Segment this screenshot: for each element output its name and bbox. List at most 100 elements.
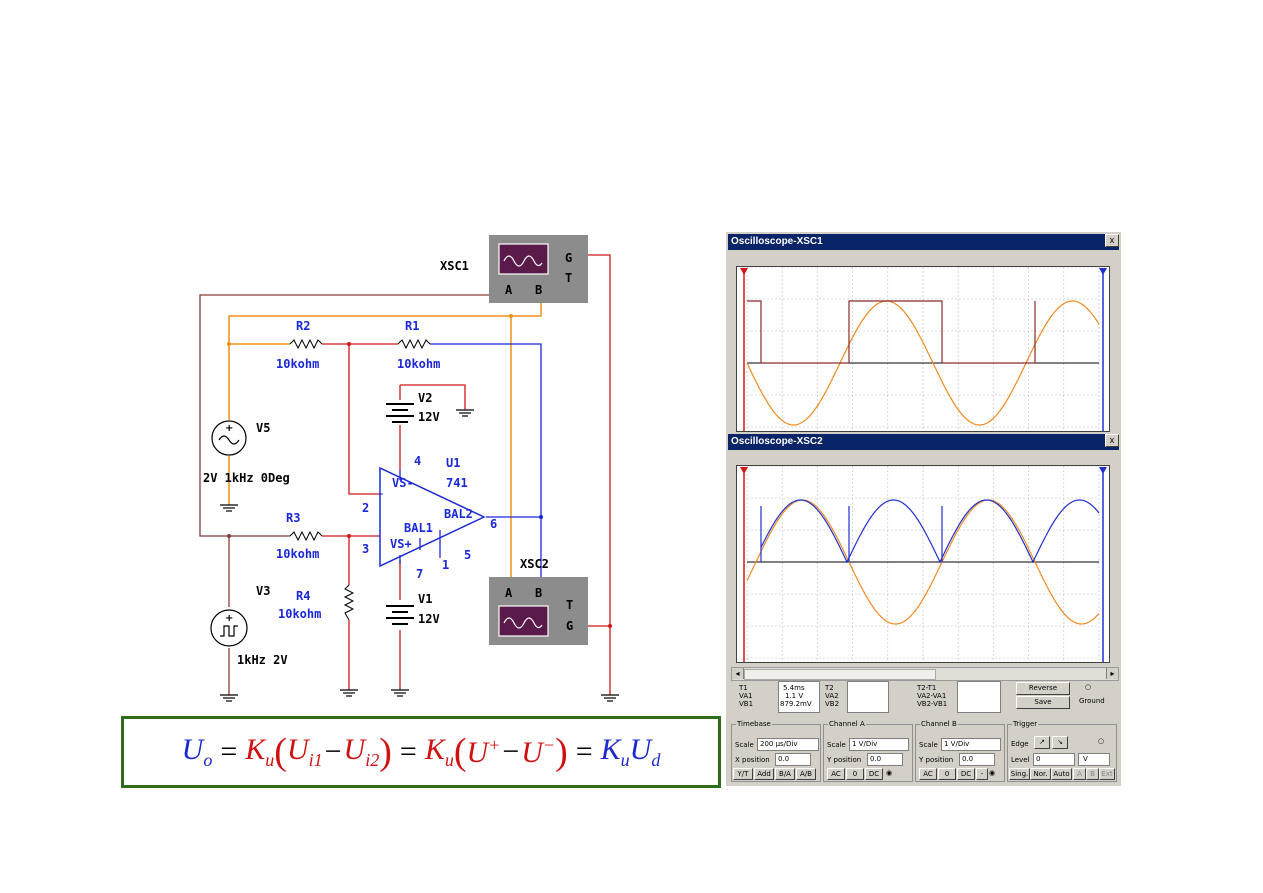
add-button[interactable]: Add [754, 768, 774, 780]
channel-a-group: Channel A Scale 1 V/Div Y position 0.0 A… [823, 720, 913, 782]
wire-red-xsc1-g [588, 254, 611, 627]
window-title: Oscilloscope-XSC2 [728, 434, 1119, 450]
resistor-r1[interactable] [397, 338, 431, 350]
oscilloscope-xsc1-window: Oscilloscope-XSC1 x [726, 232, 1121, 432]
channel-b-dc-button[interactable]: DC [957, 768, 975, 780]
terminal-a: A [505, 283, 513, 297]
close-button[interactable]: x [1105, 234, 1119, 247]
terminal-b: B [535, 283, 542, 297]
readout-vb1-value: 879.2mV [780, 700, 812, 708]
junction-dot [608, 624, 612, 628]
channel-b-radio-icon[interactable]: ◉ [989, 769, 995, 777]
trigger-ext-button[interactable]: Ext [1099, 768, 1115, 780]
trigger-unit-select[interactable]: V [1078, 753, 1110, 766]
label-vs-plus: VS+ [390, 537, 412, 551]
trigger-nor-button[interactable]: Nor. [1030, 768, 1051, 780]
trigger-title: Trigger [1012, 720, 1039, 728]
label-v5: V5 [256, 421, 270, 435]
scroll-right-icon[interactable]: ▸ [1106, 668, 1118, 679]
source-v3[interactable]: + [210, 609, 248, 647]
channel-b-scale-field[interactable]: 1 V/Div [941, 738, 1001, 751]
ab-button[interactable]: A/B [796, 768, 816, 780]
save-button[interactable]: Save [1016, 696, 1070, 709]
trigger-auto-button[interactable]: Auto [1051, 768, 1072, 780]
channel-a-radio-icon[interactable]: ◉ [886, 769, 892, 777]
scope-display-1 [740, 266, 1107, 431]
value-v1: 12V [418, 612, 440, 626]
ground-radio-icon[interactable]: ○ [1085, 683, 1091, 691]
ba-button[interactable]: B/A [775, 768, 795, 780]
trigger-b-button[interactable]: B [1086, 768, 1099, 780]
battery-v1[interactable] [386, 605, 414, 625]
trigger-a-button[interactable]: A [1073, 768, 1086, 780]
channel-b-ypos-field[interactable]: 0.0 [959, 753, 995, 766]
channel-b-title: Channel B [920, 720, 958, 728]
channel-b-invert-button[interactable]: - [976, 768, 988, 780]
value-v5: 2V 1kHz 0Deg [203, 471, 290, 485]
scroll-thumb[interactable] [744, 669, 936, 680]
label-u1-model: 741 [446, 476, 468, 490]
junction-dot [227, 534, 231, 538]
scope-screen-2 [736, 465, 1110, 663]
label-r1: R1 [405, 319, 419, 333]
scope-display-2 [740, 465, 1107, 662]
trigger-sing-button[interactable]: Sing. [1009, 768, 1030, 780]
resistor-r2[interactable] [289, 338, 323, 350]
trigger-edge-label: Edge [1011, 740, 1029, 748]
junction-dot [347, 342, 351, 346]
formula-ud: Ud [629, 733, 661, 770]
trigger-level-field[interactable]: 0 [1033, 753, 1075, 766]
yt-button[interactable]: Y/T [733, 768, 753, 780]
scroll-left-icon[interactable]: ◂ [732, 668, 744, 679]
label-xsc1: XSC1 [440, 259, 469, 273]
battery-v2[interactable] [386, 403, 414, 423]
timebase-scale-field[interactable]: 200 µs/Div [757, 738, 819, 751]
resistor-r3[interactable] [289, 530, 323, 542]
formula-uplus: U+ [466, 734, 501, 769]
reverse-button[interactable]: Reverse [1016, 682, 1070, 695]
channel-b-zero-button[interactable]: 0 [938, 768, 956, 780]
ground-symbol [601, 694, 619, 702]
formula-minus: − [502, 735, 520, 768]
formula-ku: Ku [245, 733, 275, 770]
value-r4: 10kohm [278, 607, 321, 621]
channel-a-ac-button[interactable]: AC [827, 768, 845, 780]
label-r3: R3 [286, 511, 300, 525]
label-bal2: BAL2 [444, 507, 473, 521]
cursor-t2-marker-icon [1099, 268, 1107, 275]
rising-edge-icon[interactable]: ↗ [1034, 736, 1050, 749]
source-v5[interactable]: + [211, 420, 247, 456]
readout-t1-value: 5.4ms [783, 684, 805, 692]
channel-a-dc-button[interactable]: DC [865, 768, 883, 780]
trigger-radio-icon[interactable]: ○ [1098, 737, 1104, 745]
close-button[interactable]: x [1105, 434, 1119, 447]
terminal-t: T [565, 271, 572, 285]
scope-scrollbar[interactable]: ◂ ▸ [731, 667, 1119, 681]
readout-va1-label: VA1 [739, 692, 753, 700]
channel-a-zero-button[interactable]: 0 [846, 768, 864, 780]
label-bal1: BAL1 [404, 521, 433, 535]
resistor-r4[interactable] [343, 584, 355, 621]
falling-edge-icon[interactable]: ↘ [1052, 736, 1068, 749]
formula-paren: ) [555, 731, 568, 773]
wire-red-inv-input [348, 344, 383, 495]
ground-symbol [456, 409, 474, 417]
ground-symbol [340, 689, 358, 697]
formula-uo: Uo [181, 733, 213, 770]
channel-a-scale-field[interactable]: 1 V/Div [849, 738, 909, 751]
timebase-xpos-label: X position [735, 756, 770, 764]
channel-b-ac-button[interactable]: AC [919, 768, 937, 780]
label-u1: U1 [446, 456, 460, 470]
terminal-t: T [566, 598, 573, 612]
value-r2: 10kohm [276, 357, 319, 371]
svg-text:+: + [225, 423, 233, 434]
timebase-xpos-field[interactable]: 0.0 [775, 753, 811, 766]
pin-2: 2 [362, 501, 369, 515]
ground-symbol [220, 694, 238, 702]
channel-a-ypos-field[interactable]: 0.0 [867, 753, 903, 766]
formula-ui2: Ui2 [343, 733, 380, 770]
svg-text:+: + [225, 613, 233, 624]
timebase-scale-label: Scale [735, 741, 754, 749]
terminal-g: G [566, 619, 573, 633]
formula-paren: ( [274, 731, 287, 773]
